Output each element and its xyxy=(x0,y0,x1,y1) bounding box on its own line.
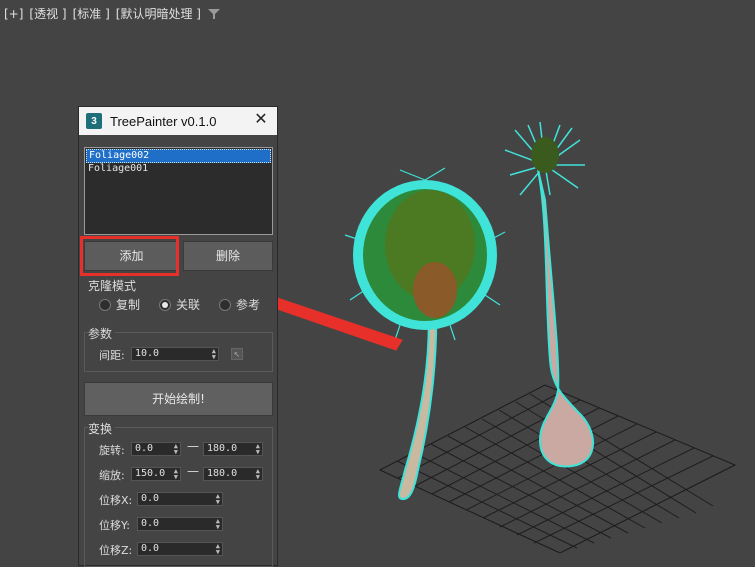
offset-x-value: 0.0 xyxy=(141,493,160,504)
radio-instance-label: 关联 xyxy=(176,298,201,312)
offset-z-value: 0.0 xyxy=(141,543,160,554)
spinner-arrows-icon[interactable]: ▲ ▼ xyxy=(216,493,220,506)
offset-x-spinner[interactable]: 0.0 ▲ ▼ xyxy=(137,492,223,506)
scale-min-value: 150.0 xyxy=(135,468,166,479)
radio-reference-label: 参考 xyxy=(236,298,261,312)
rotate-label: 旋转: xyxy=(99,444,125,457)
app-icon: 3 xyxy=(86,113,102,129)
spinner-arrows-icon[interactable]: ▲ ▼ xyxy=(212,348,216,361)
params-label: 参数 xyxy=(88,325,116,342)
offset-x-label: 位移X: xyxy=(99,494,133,507)
treepainter-dialog: 3 TreePainter v0.1.0 ✕ Foliage002 Foliag… xyxy=(78,106,278,567)
dialog-titlebar[interactable]: 3 TreePainter v0.1.0 ✕ xyxy=(79,107,277,135)
offset-y-spinner[interactable]: 0.0 ▲ ▼ xyxy=(137,517,223,531)
transform-label: 变换 xyxy=(88,420,116,437)
viewport-menu-view[interactable]: [透视 ] xyxy=(29,5,66,22)
spacing-spinner[interactable]: 10.0 ▲ ▼ xyxy=(131,347,219,361)
clone-mode-label: 克隆模式 xyxy=(88,279,137,293)
offset-y-label: 位移Y: xyxy=(99,519,130,532)
scale-max-spinner[interactable]: 180.0 ▲ ▼ xyxy=(203,467,263,481)
viewport-label[interactable]: [+] [透视 ] [标准 ] [默认明暗处理 ] xyxy=(4,5,221,22)
spinner-arrows-icon[interactable]: ▲ ▼ xyxy=(256,468,260,481)
viewport-menu-plus[interactable]: [+] xyxy=(4,7,23,21)
radio-instance[interactable]: 关联 xyxy=(159,296,200,313)
radio-reference[interactable]: 参考 xyxy=(219,296,260,313)
rotate-min-value: 0.0 xyxy=(135,443,154,454)
delete-button[interactable]: 删除 xyxy=(183,241,273,271)
list-item[interactable]: Foliage002 xyxy=(86,149,271,163)
viewport-menu-lighting[interactable]: [默认明暗处理 ] xyxy=(116,5,201,22)
range-dash: — xyxy=(187,464,199,478)
scale-label: 缩放: xyxy=(99,469,125,482)
scale-min-spinner[interactable]: 150.0 ▲ ▼ xyxy=(131,467,181,481)
rotate-max-spinner[interactable]: 180.0 ▲ ▼ xyxy=(203,442,263,456)
radio-copy-label: 复制 xyxy=(116,298,141,312)
offset-y-value: 0.0 xyxy=(141,518,160,529)
scale-max-value: 180.0 xyxy=(207,468,238,479)
spinner-arrows-icon[interactable]: ▲ ▼ xyxy=(216,543,220,556)
spacing-label: 间距: xyxy=(99,349,125,362)
add-button[interactable]: 添加 xyxy=(84,241,179,271)
range-dash: — xyxy=(187,439,199,453)
close-button[interactable]: ✕ xyxy=(253,112,269,128)
spinner-arrows-icon[interactable]: ▲ ▼ xyxy=(216,518,220,531)
list-item[interactable]: Foliage001 xyxy=(86,163,271,175)
filter-icon[interactable] xyxy=(207,7,221,21)
offset-z-label: 位移Z: xyxy=(99,544,133,557)
offset-z-spinner[interactable]: 0.0 ▲ ▼ xyxy=(137,542,223,556)
rotate-min-spinner[interactable]: 0.0 ▲ ▼ xyxy=(131,442,181,456)
foliage-listbox[interactable]: Foliage002 Foliage001 xyxy=(84,147,273,235)
radio-button[interactable] xyxy=(99,298,111,311)
start-paint-button[interactable]: 开始绘制! xyxy=(84,382,273,416)
spinner-arrows-icon[interactable]: ▲ ▼ xyxy=(256,443,260,456)
dialog-title: TreePainter v0.1.0 xyxy=(110,113,217,129)
radio-copy[interactable]: 复制 xyxy=(99,296,140,313)
spacing-value: 10.0 xyxy=(135,348,160,359)
spinner-arrows-icon[interactable]: ▲ ▼ xyxy=(174,443,178,456)
rotate-max-value: 180.0 xyxy=(207,443,238,454)
radio-button[interactable] xyxy=(219,298,231,311)
viewport-menu-shading[interactable]: [标准 ] xyxy=(73,5,110,22)
spinner-arrows-icon[interactable]: ▲ ▼ xyxy=(174,468,178,481)
pick-icon[interactable]: ↖ xyxy=(231,348,243,360)
radio-button[interactable] xyxy=(159,298,171,311)
